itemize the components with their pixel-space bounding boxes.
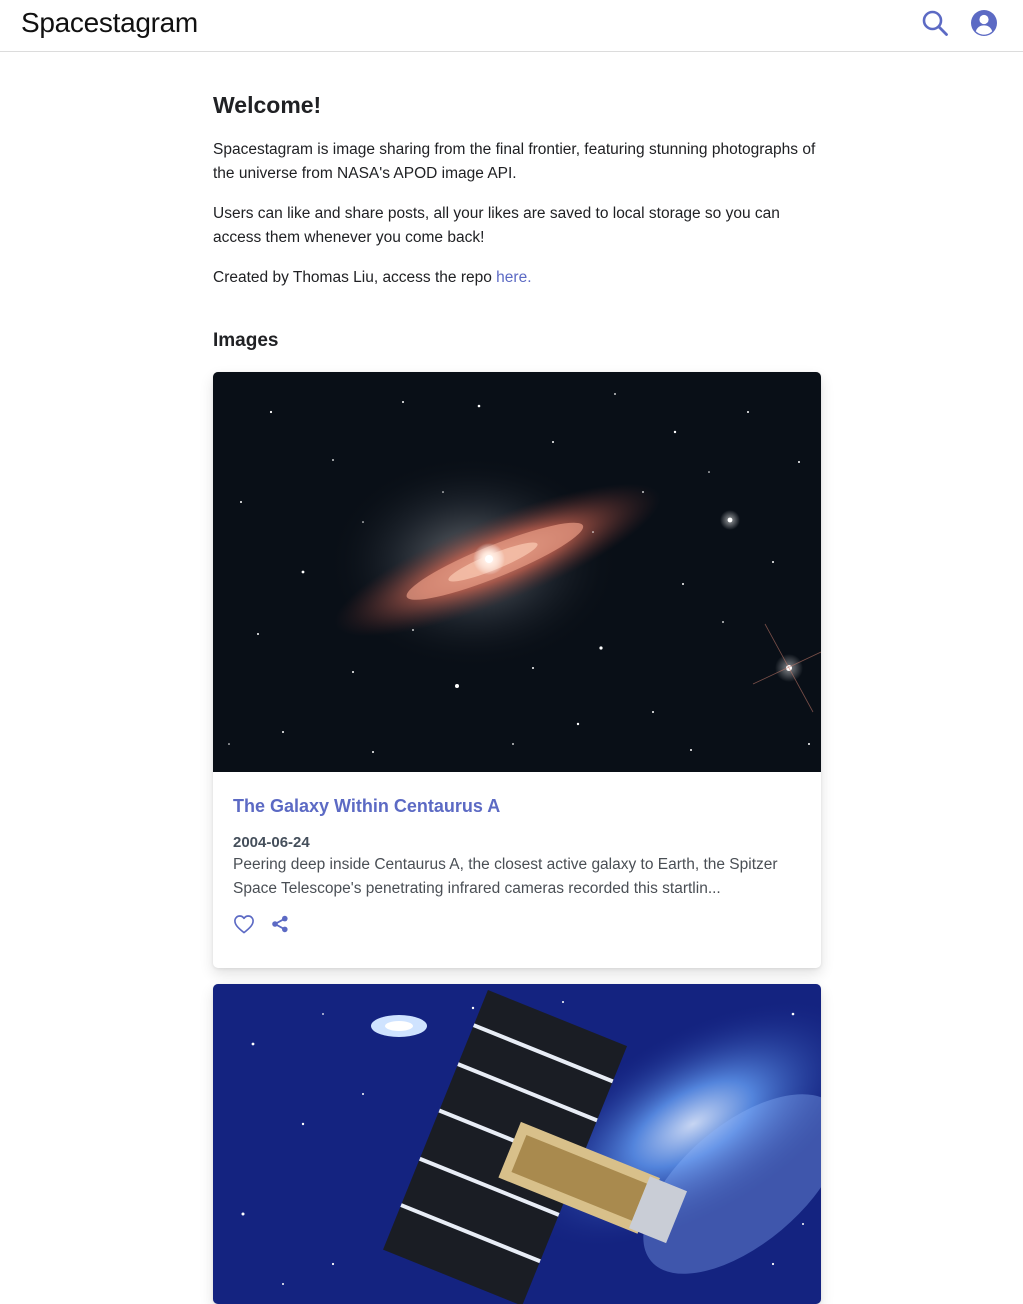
post-card-body: The Galaxy Within Centaurus A 2004-06-24… [213,772,821,935]
post-actions [233,913,801,935]
search-icon [922,10,948,36]
search-button[interactable] [920,8,950,38]
user-circle-icon [971,10,997,36]
main-content: Welcome! Spacestagram is image sharing f… [213,52,821,352]
post-title[interactable]: The Galaxy Within Centaurus A [233,796,801,820]
share-icon [272,915,288,933]
intro-paragraph-2: Users can like and share posts, all your… [213,205,780,246]
repo-link[interactable]: here. [496,269,531,286]
post-card: The Galaxy Within Centaurus A 2004-06-24… [213,372,821,968]
heart-outline-icon [234,915,254,934]
credit-text: Created by Thomas Liu, access the repo [213,269,497,286]
images-heading: Images [213,330,279,351]
top-bar: Spacestagram [0,0,1023,52]
like-button[interactable] [233,913,255,935]
account-button[interactable] [969,8,999,38]
welcome-title: Welcome! [213,92,322,118]
post-image-satellite[interactable] [213,984,821,1304]
post-card [213,984,821,1304]
intro-paragraph-1: Spacestagram is image sharing from the f… [213,141,816,182]
post-date: 2004-06-24 [233,834,310,851]
app-brand[interactable]: Spacestagram [21,7,198,39]
intro-paragraph-3: Created by Thomas Liu, access the repo h… [213,266,821,290]
post-image-galaxy[interactable] [213,372,821,772]
post-description: Peering deep inside Centaurus A, the clo… [233,856,778,897]
share-button[interactable] [269,913,291,935]
